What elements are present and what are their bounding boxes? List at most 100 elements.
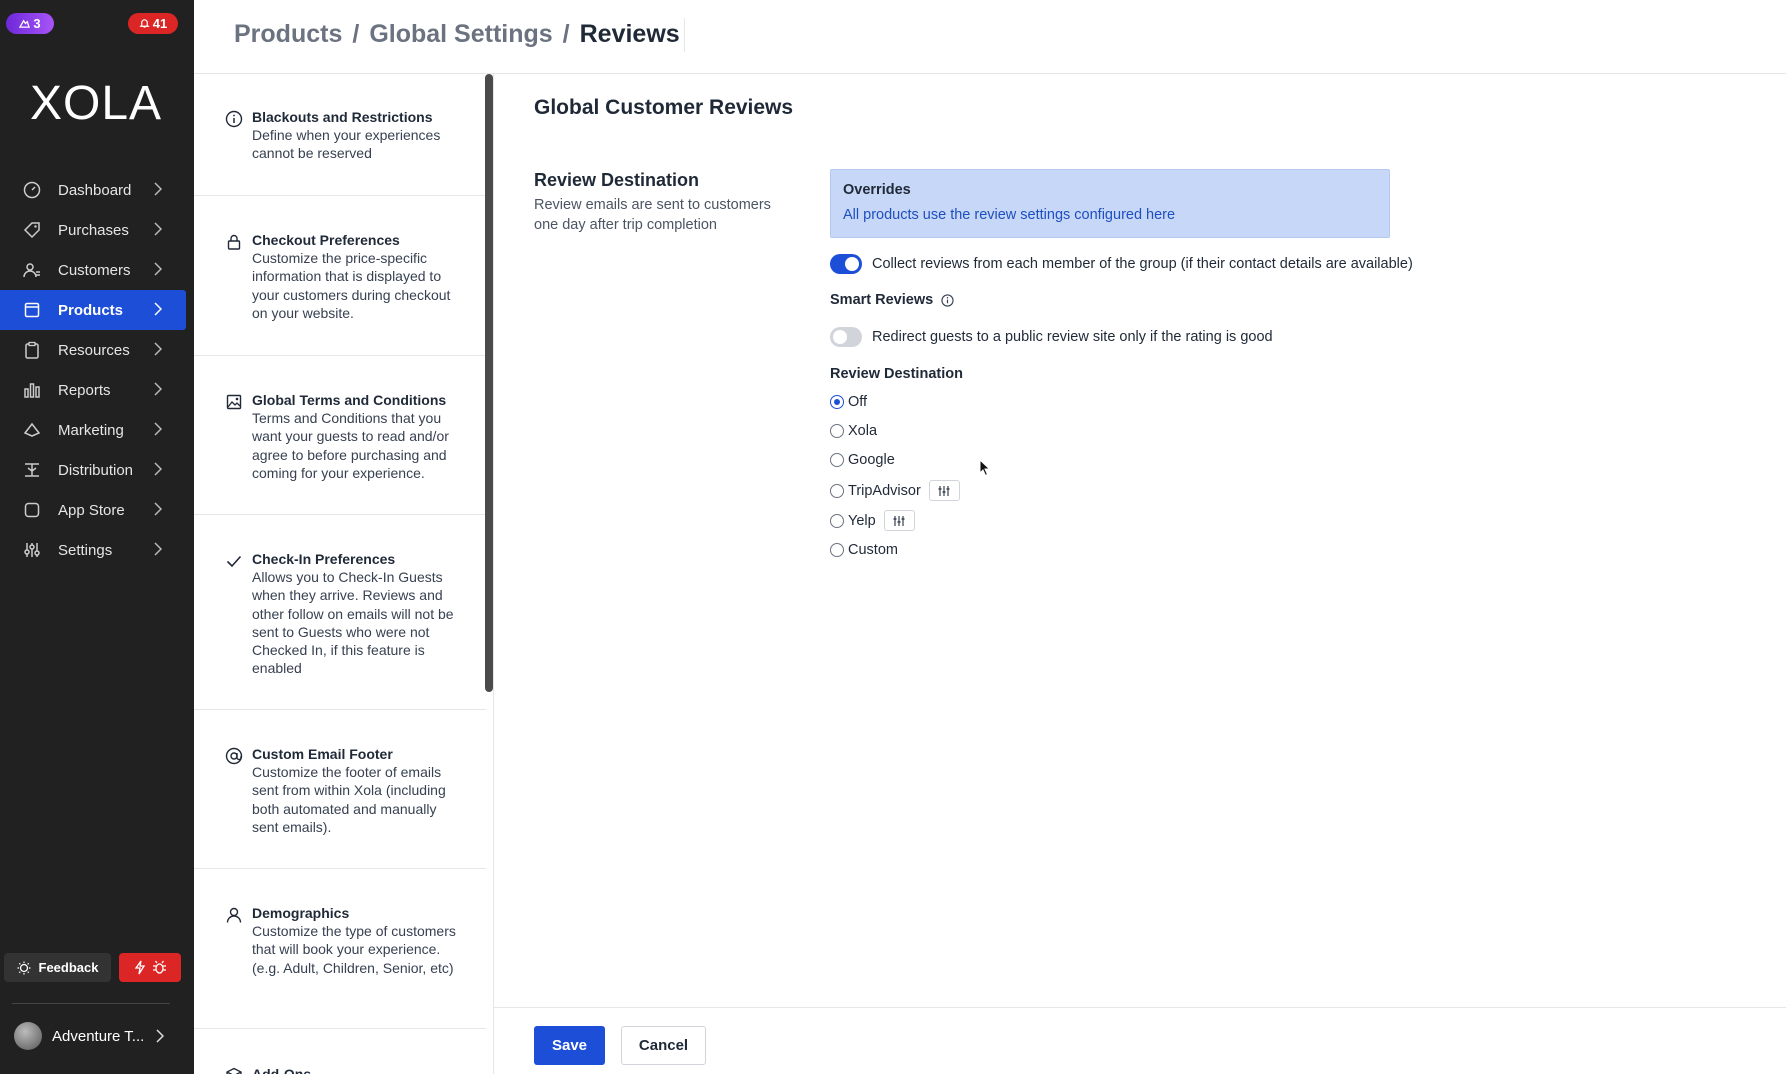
collect-reviews-toggle[interactable] [830, 254, 862, 274]
breadcrumb-separator: / [352, 20, 360, 48]
nav-label: Reports [58, 381, 111, 399]
hiker-icon [19, 19, 31, 28]
review-destination-heading: Review Destination [830, 366, 963, 382]
radio-yelp[interactable] [830, 513, 844, 528]
destination-option-tripadvisor[interactable]: TripAdvisor [830, 480, 960, 501]
destination-option-google[interactable]: Google [830, 452, 895, 468]
sliders-icon [938, 485, 950, 496]
feedback-label: Feedback [38, 960, 99, 975]
sidebar: 3 41 XOLA Dashboard Purchases Customers … [0, 0, 194, 1074]
setting-desc: Allows you to Check-In Guests when they … [252, 569, 454, 677]
chevron-right-icon [154, 342, 163, 360]
destination-option-yelp[interactable]: Yelp [830, 510, 915, 531]
nav-item-purchases[interactable]: Purchases [0, 210, 186, 250]
page-title: Global Customer Reviews [534, 96, 794, 119]
radio-label: Off [848, 394, 868, 410]
header-divider [684, 18, 685, 52]
setting-item-checkout-preferences[interactable]: Checkout Preferences Customize the price… [194, 196, 486, 356]
distribution-icon [22, 460, 42, 480]
setting-item-check-in-preferences[interactable]: Check-In Preferences Allows you to Check… [194, 515, 486, 710]
nav-item-distribution[interactable]: Distribution [0, 450, 186, 490]
box-icon [226, 1067, 242, 1074]
collect-reviews-label: Collect reviews from each member of the … [872, 256, 1413, 272]
nav-label: Customers [58, 261, 131, 279]
radio-xola[interactable] [830, 424, 844, 438]
redirect-toggle[interactable] [830, 327, 862, 347]
toggle-knob [845, 257, 859, 271]
radio-tripadvisor[interactable] [830, 483, 844, 498]
overrides-panel: Overrides All products use the review se… [830, 169, 1390, 238]
setting-item-add-ons[interactable]: Add-Ons [194, 1029, 486, 1074]
xola-logo[interactable]: XOLA [30, 76, 162, 131]
setting-title: Global Terms and Conditions [252, 392, 447, 408]
destination-option-xola[interactable]: Xola [830, 423, 877, 439]
nav-item-dashboard[interactable]: Dashboard [0, 170, 186, 210]
at-sign-icon [225, 747, 243, 765]
feedback-button[interactable]: Feedback [4, 953, 111, 982]
nav-label: Resources [58, 341, 130, 359]
setting-desc: Customize the price-specific information… [252, 250, 451, 321]
notification-badge-purple[interactable]: 3 [6, 13, 54, 34]
page-header: Products / Global Settings / Reviews [194, 0, 1786, 74]
breadcrumb-global-settings[interactable]: Global Settings [369, 20, 552, 49]
setting-item-terms-conditions[interactable]: Global Terms and Conditions Terms and Co… [194, 356, 486, 515]
nav-item-marketing[interactable]: Marketing [0, 410, 186, 450]
nav-item-reports[interactable]: Reports [0, 370, 186, 410]
setting-item-demographics[interactable]: Demographics Customize the type of custo… [194, 869, 486, 1029]
form-footer: Save Cancel [494, 1007, 1786, 1074]
overrides-link[interactable]: All products use the review settings con… [843, 207, 1377, 223]
toggle-knob [833, 330, 847, 344]
nav-item-resources[interactable]: Resources [0, 330, 186, 370]
nav-item-products[interactable]: Products [0, 290, 186, 330]
redirect-label: Redirect guests to a public review site … [872, 329, 1273, 345]
setting-item-blackouts[interactable]: Blackouts and Restrictions Define when y… [194, 74, 486, 196]
breadcrumb: Products / Global Settings / Reviews [234, 20, 680, 49]
mouse-cursor-icon [979, 459, 991, 477]
setting-title: Demographics [252, 905, 350, 921]
chevron-right-icon [154, 382, 163, 400]
settings-list-border [493, 74, 494, 1074]
section-description: Review emails are sent to customers one … [534, 197, 771, 233]
dashboard-icon [22, 180, 42, 200]
chevron-right-icon [154, 302, 163, 320]
save-button[interactable]: Save [534, 1026, 605, 1065]
setting-item-custom-email-footer[interactable]: Custom Email Footer Customize the footer… [194, 710, 486, 869]
info-icon[interactable] [941, 293, 954, 307]
bell-icon [139, 19, 150, 28]
cancel-button[interactable]: Cancel [621, 1026, 706, 1065]
chevron-right-icon [154, 262, 163, 280]
setting-desc: Customize the type of customers that wil… [252, 923, 456, 976]
bug-icon [152, 960, 166, 974]
main-nav: Dashboard Purchases Customers Products R… [0, 170, 186, 570]
account-menu[interactable]: Adventure T... [14, 1022, 165, 1050]
yelp-settings-button[interactable] [883, 510, 915, 531]
section-title: Review Destination [534, 170, 700, 190]
setting-title: Blackouts and Restrictions [252, 109, 433, 125]
radio-custom[interactable] [830, 543, 844, 557]
radio-label: Yelp [848, 512, 876, 529]
nav-label: Dashboard [58, 181, 132, 199]
setting-title: Add-Ons [252, 1066, 312, 1074]
report-bug-button[interactable] [119, 953, 181, 982]
breadcrumb-products[interactable]: Products [234, 20, 342, 49]
bar-chart-icon [22, 380, 42, 400]
nav-item-customers[interactable]: Customers [0, 250, 186, 290]
nav-label: Purchases [58, 221, 129, 239]
tripadvisor-settings-button[interactable] [928, 480, 960, 501]
radio-off[interactable] [830, 395, 844, 409]
destination-option-custom[interactable]: Custom [830, 542, 898, 558]
notification-badge-red[interactable]: 41 [128, 13, 178, 34]
badge-right-count: 41 [152, 16, 168, 31]
customers-icon [22, 260, 42, 280]
chevron-right-icon [154, 542, 163, 560]
settings-list-scrollbar[interactable] [485, 74, 493, 692]
lightning-icon [134, 960, 145, 975]
destination-option-off[interactable]: Off [830, 394, 867, 410]
nav-item-settings[interactable]: Settings [0, 530, 186, 570]
nav-item-app-store[interactable]: App Store [0, 490, 186, 530]
smart-reviews-heading: Smart Reviews [830, 292, 954, 308]
account-name: Adventure T... [52, 1027, 145, 1045]
check-icon [226, 555, 242, 568]
nav-label: Distribution [58, 461, 134, 479]
radio-google[interactable] [830, 453, 844, 467]
